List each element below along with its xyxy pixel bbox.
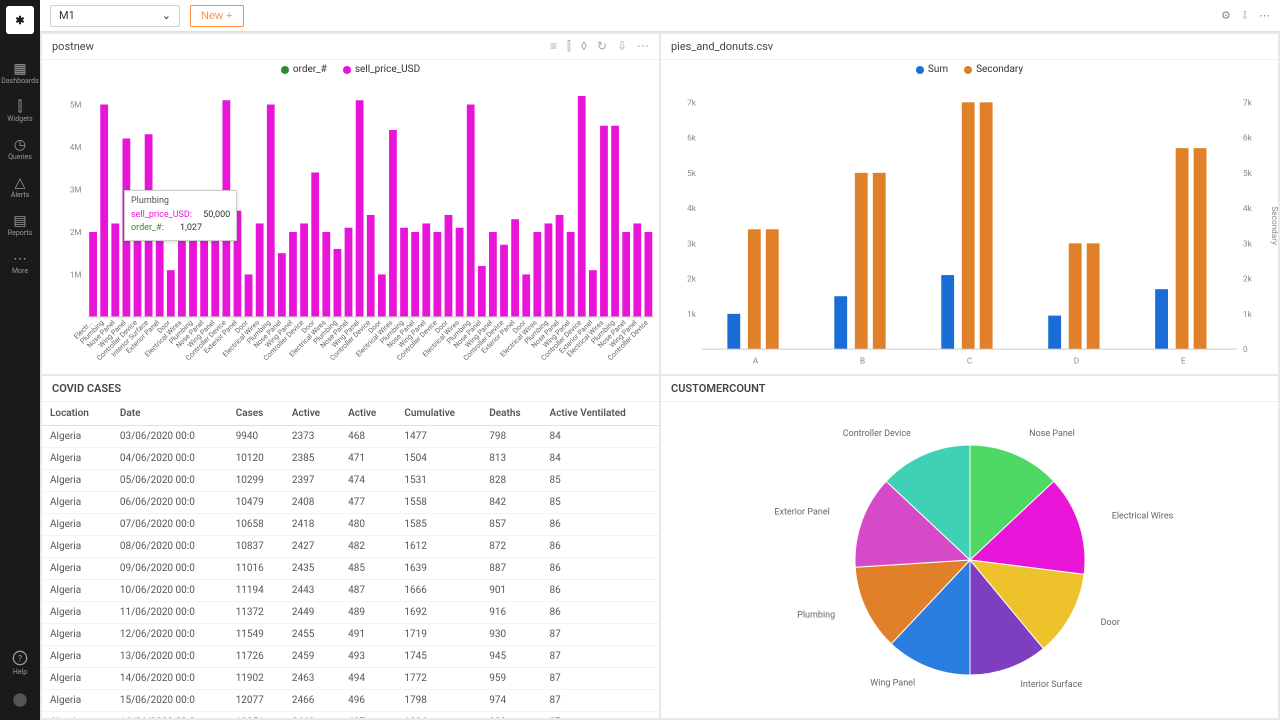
rail-help[interactable]: ?Help	[0, 644, 40, 682]
svg-text:5k: 5k	[687, 169, 697, 179]
svg-text:Controller Device: Controller Device	[842, 429, 910, 439]
topbar: M1⌄ New + ⚙ ⫱ ⋯	[40, 0, 1280, 32]
rail-reports[interactable]: ▤Reports	[0, 206, 40, 244]
rail-dashboards[interactable]: ▦Dashboards	[0, 54, 40, 92]
svg-text:0: 0	[1243, 345, 1248, 355]
rail-user[interactable]	[0, 682, 40, 720]
svg-text:C: C	[967, 357, 972, 367]
more-icon[interactable]: ⋯	[637, 39, 649, 54]
chevron-down-icon: ⌄	[162, 9, 171, 22]
table-row[interactable]: Algeria10/06/2020 00:0111942443487166690…	[42, 580, 659, 602]
col-header[interactable]: Cases	[228, 402, 284, 426]
left-rail: ✱ ▦Dashboards⫿Widgets◷Queries△Alerts▤Rep…	[0, 0, 40, 720]
panel-customercount: CUSTOMERCOUNT Nose Panel Electrical Wires…	[661, 376, 1278, 718]
table-row[interactable]: Algeria13/06/2020 00:0117262459493174594…	[42, 646, 659, 668]
svg-text:5M: 5M	[70, 100, 82, 110]
svg-text:1M: 1M	[70, 269, 82, 279]
col-header[interactable]: Deaths	[481, 402, 541, 426]
svg-text:7k: 7k	[1243, 98, 1253, 108]
svg-text:Interior Surface: Interior Surface	[1020, 680, 1082, 690]
svg-text:4k: 4k	[687, 204, 697, 214]
svg-text:2k: 2k	[687, 275, 697, 285]
chart-type-icon[interactable]: ⫿	[567, 39, 571, 54]
panel-actions: ≡ ⫿ ◊ ↻ ⇩ ⋯	[550, 39, 649, 54]
svg-text:5k: 5k	[1243, 169, 1253, 179]
col-header[interactable]: Location	[42, 402, 112, 426]
refresh-icon[interactable]: ↻	[597, 39, 607, 54]
legend-item: order_#	[293, 64, 327, 75]
svg-text:Electrical Wires: Electrical Wires	[1111, 511, 1173, 521]
svg-text:Secondary: Secondary	[1269, 206, 1278, 245]
pin-icon[interactable]: ◊	[581, 39, 587, 54]
panel-title: CUSTOMERCOUNT	[671, 382, 766, 395]
chart-tooltip: Plumbing sell_price_USD: 50,000 order_#:…	[124, 190, 237, 241]
rail-widgets[interactable]: ⫿Widgets	[0, 92, 40, 130]
rail-queries[interactable]: ◷Queries	[0, 130, 40, 168]
table-row[interactable]: Algeria09/06/2020 00:0110162435485163988…	[42, 558, 659, 580]
svg-text:B: B	[860, 357, 865, 367]
col-header[interactable]: Date	[112, 402, 228, 426]
filter-icon[interactable]: ⫱	[1243, 9, 1247, 23]
covid-table[interactable]: LocationDateCasesActiveActiveCumulativeD…	[42, 402, 659, 718]
svg-text:Plumbing: Plumbing	[797, 610, 835, 620]
legend-item: Secondary	[976, 64, 1023, 75]
app-logo[interactable]: ✱	[6, 6, 34, 34]
table-row[interactable]: Algeria05/06/2020 00:0102992397474153182…	[42, 470, 659, 492]
panel-title: postnew	[52, 40, 94, 53]
svg-text:Nose Panel: Nose Panel	[1029, 429, 1075, 439]
col-header[interactable]: Active	[340, 402, 396, 426]
col-header[interactable]: Active Ventilated	[542, 402, 659, 426]
more-icon[interactable]: ⋯	[1259, 9, 1270, 23]
svg-text:6k: 6k	[687, 134, 697, 144]
panel-covid: COVID CASES LocationDateCasesActiveActiv…	[42, 376, 659, 718]
table-row[interactable]: Algeria15/06/2020 00:0120772466496179897…	[42, 690, 659, 712]
svg-text:2k: 2k	[1243, 275, 1253, 285]
table-row[interactable]: Algeria14/06/2020 00:0119022463494177295…	[42, 668, 659, 690]
panel-pies: pies_and_donuts.csv Sum Secondary 1k 1k 2k…	[661, 34, 1278, 374]
gear-icon[interactable]: ⚙	[1221, 9, 1231, 23]
panel-title: pies_and_donuts.csv	[671, 40, 773, 53]
svg-text:A: A	[753, 357, 759, 367]
col-header[interactable]: Active	[284, 402, 340, 426]
svg-text:4k: 4k	[1243, 204, 1253, 214]
rail-alerts[interactable]: △Alerts	[0, 168, 40, 206]
svg-text:Wing Panel: Wing Panel	[870, 679, 915, 689]
table-row[interactable]: Algeria07/06/2020 00:0106582418480158585…	[42, 514, 659, 536]
svg-text:?: ?	[18, 653, 23, 664]
svg-text:1k: 1k	[687, 310, 697, 320]
panel-postnew: postnew ≡ ⫿ ◊ ↻ ⇩ ⋯ order_# sell_price_U…	[42, 34, 659, 374]
table-row[interactable]: Algeria08/06/2020 00:0108372427482161287…	[42, 536, 659, 558]
table-row[interactable]: Algeria16/06/2020 00:0122512468497182498…	[42, 712, 659, 719]
svg-text:E: E	[1181, 357, 1186, 367]
dashboard-select[interactable]: M1⌄	[50, 5, 180, 27]
pies-chart[interactable]: 1k 1k 2k 2k 3k 3k 4k 4k 5k 5k 6k 6k 7k 7k 0 Secondary A B…	[661, 79, 1278, 374]
table-row[interactable]: Algeria04/06/2020 00:0101202385471150481…	[42, 448, 659, 470]
svg-text:D: D	[1074, 357, 1079, 367]
svg-text:6k: 6k	[1243, 134, 1253, 144]
table-row[interactable]: Algeria03/06/2020 00:0994023734681477798…	[42, 426, 659, 448]
svg-text:Door: Door	[1100, 618, 1119, 628]
table-row[interactable]: Algeria06/06/2020 00:0104792408477155884…	[42, 492, 659, 514]
col-header[interactable]: Cumulative	[396, 402, 481, 426]
svg-text:1k: 1k	[1243, 310, 1253, 320]
legend-item: sell_price_USD	[355, 64, 420, 75]
svg-text:3M: 3M	[70, 185, 82, 195]
svg-text:Exterior Panel: Exterior Panel	[774, 507, 829, 517]
table-row[interactable]: Algeria11/06/2020 00:0113722449489169291…	[42, 602, 659, 624]
download-icon[interactable]: ⇩	[617, 39, 627, 54]
svg-text:3k: 3k	[687, 239, 697, 249]
svg-text:7k: 7k	[687, 98, 697, 108]
legend-item: Sum	[928, 64, 948, 75]
customercount-chart[interactable]: Nose Panel Electrical Wires Door Interior S…	[760, 410, 1180, 710]
svg-text:4M: 4M	[70, 142, 82, 152]
svg-text:2M: 2M	[70, 227, 82, 237]
menu-icon[interactable]: ≡	[550, 39, 557, 54]
svg-text:3k: 3k	[1243, 239, 1253, 249]
new-button[interactable]: New +	[190, 5, 244, 27]
rail-more[interactable]: ⋯More	[0, 244, 40, 282]
table-row[interactable]: Algeria12/06/2020 00:0115492455491171993…	[42, 624, 659, 646]
panel-title: COVID CASES	[52, 382, 121, 395]
